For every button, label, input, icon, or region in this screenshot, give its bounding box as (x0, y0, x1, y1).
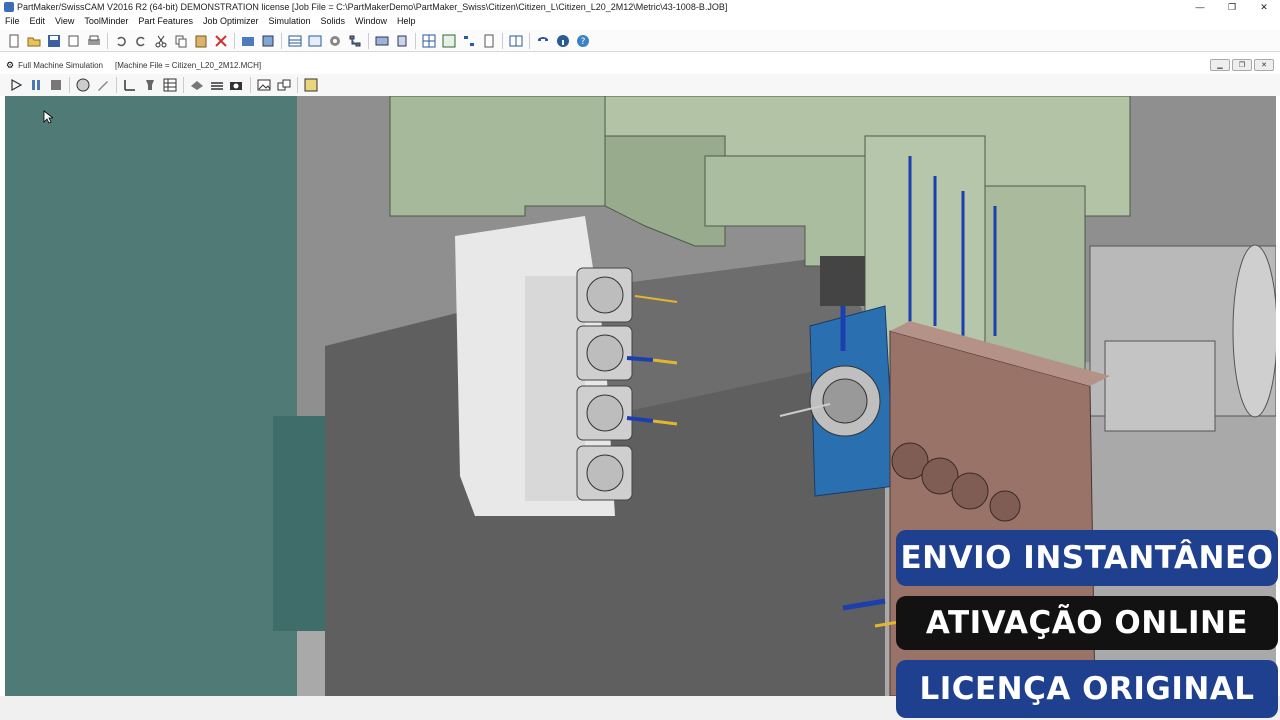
simulation-window-title: Full Machine Simulation (18, 60, 104, 70)
layers-icon[interactable] (209, 77, 225, 93)
sub-minimize-button[interactable]: ▁ (1210, 59, 1230, 71)
close-button[interactable]: ✕ (1248, 0, 1280, 14)
sub-close-button[interactable]: ✕ (1254, 59, 1274, 71)
simulation-toolbar (0, 74, 1280, 96)
toolbar-separator (281, 32, 282, 49)
window-title: PartMaker/SwissCAM V2016 R2 (64-bit) DEM… (17, 2, 728, 12)
print-icon[interactable] (86, 33, 102, 49)
tool-holder-icon[interactable] (394, 33, 410, 49)
paste-icon[interactable] (193, 33, 209, 49)
tool-list-icon[interactable] (374, 33, 390, 49)
help-icon[interactable]: ? (575, 33, 591, 49)
window-arrange-icon[interactable] (276, 77, 292, 93)
camera-icon[interactable] (229, 77, 245, 93)
table-icon[interactable] (162, 77, 178, 93)
minimize-button[interactable]: — (1184, 0, 1216, 14)
spreadsheet-icon[interactable] (441, 33, 457, 49)
report-icon[interactable] (481, 33, 497, 49)
material-removal-icon[interactable] (189, 77, 205, 93)
mouse-cursor-icon (43, 110, 53, 124)
headstock-panel (5, 96, 297, 696)
machine-icon[interactable] (240, 33, 256, 49)
window-controls: — ❐ ✕ (1184, 0, 1280, 14)
machine-file-label: [Machine File = Citizen_L20_2M12.MCH] (115, 60, 262, 70)
menu-help[interactable]: Help (392, 16, 421, 26)
window-titlebar: PartMaker/SwissCAM V2016 R2 (64-bit) DEM… (0, 0, 1280, 14)
toolbar-separator (502, 32, 503, 49)
info-icon[interactable] (555, 33, 571, 49)
sub-restore-button[interactable]: ❐ (1232, 59, 1252, 71)
menu-edit[interactable]: Edit (25, 16, 51, 26)
save-icon[interactable] (46, 33, 62, 49)
toolbar-separator (107, 32, 108, 49)
pause-icon[interactable] (28, 77, 44, 93)
split-view-icon[interactable] (508, 33, 524, 49)
maximize-button[interactable]: ❐ (1216, 0, 1248, 14)
globe-view-icon[interactable] (75, 77, 91, 93)
copy-icon[interactable] (173, 33, 189, 49)
phone-icon[interactable] (535, 33, 551, 49)
toolbar-separator (116, 77, 117, 93)
view-settings-icon[interactable] (303, 77, 319, 93)
tool-gear-icon[interactable] (327, 33, 343, 49)
menu-part-features[interactable]: Part Features (133, 16, 198, 26)
edit-process-icon[interactable] (307, 33, 323, 49)
sub-spindle (1089, 244, 1276, 432)
toolbar-separator (529, 32, 530, 49)
menu-view[interactable]: View (50, 16, 79, 26)
new-file-icon[interactable] (6, 33, 22, 49)
cut-icon[interactable] (153, 33, 169, 49)
banner-instant-delivery: ENVIO INSTANTÂNEO (896, 530, 1278, 586)
simulation-window-controls: ▁ ❐ ✕ (1210, 59, 1274, 71)
banner-original-license: LICENÇA ORIGINAL (896, 660, 1278, 718)
stop-icon[interactable] (48, 77, 64, 93)
image-icon[interactable] (256, 77, 272, 93)
axis-icon[interactable] (122, 77, 138, 93)
toolbar-separator (297, 77, 298, 93)
menu-simulation[interactable]: Simulation (263, 16, 315, 26)
toolbar-separator (69, 77, 70, 93)
toolbar-separator (250, 77, 251, 93)
menu-job-optimizer[interactable]: Job Optimizer (198, 16, 264, 26)
redo-icon[interactable] (133, 33, 149, 49)
tree-icon[interactable] (347, 33, 363, 49)
toolbar-separator (368, 32, 369, 49)
play-icon[interactable] (8, 77, 24, 93)
pencil-icon[interactable] (95, 77, 111, 93)
toolbar-separator (183, 77, 184, 93)
menu-window[interactable]: Window (350, 16, 392, 26)
menu-solids[interactable]: Solids (316, 16, 351, 26)
simulation-window-titlebar: ⚙ Full Machine Simulation [Machine File … (0, 58, 1280, 72)
undo-icon[interactable] (113, 33, 129, 49)
grid-view-icon[interactable] (421, 33, 437, 49)
delete-icon[interactable] (213, 33, 229, 49)
spindle-icon[interactable] (142, 77, 158, 93)
menu-file[interactable]: File (0, 16, 25, 26)
menu-bar: File Edit View ToolMinder Part Features … (0, 14, 1280, 28)
material-icon[interactable] (260, 33, 276, 49)
simulation-icon: ⚙ (6, 59, 15, 70)
print-preview-icon[interactable] (66, 33, 82, 49)
process-table-icon[interactable] (287, 33, 303, 49)
banner-online-activation: ATIVAÇÃO ONLINE (896, 596, 1278, 650)
open-folder-icon[interactable] (26, 33, 42, 49)
main-toolbar: ? (0, 30, 1280, 52)
toolbar-separator (234, 32, 235, 49)
hierarchy-icon[interactable] (461, 33, 477, 49)
toolbar-separator (415, 32, 416, 49)
app-icon (4, 2, 14, 12)
menu-toolminder[interactable]: ToolMinder (79, 16, 133, 26)
svg-text:?: ? (581, 37, 586, 47)
